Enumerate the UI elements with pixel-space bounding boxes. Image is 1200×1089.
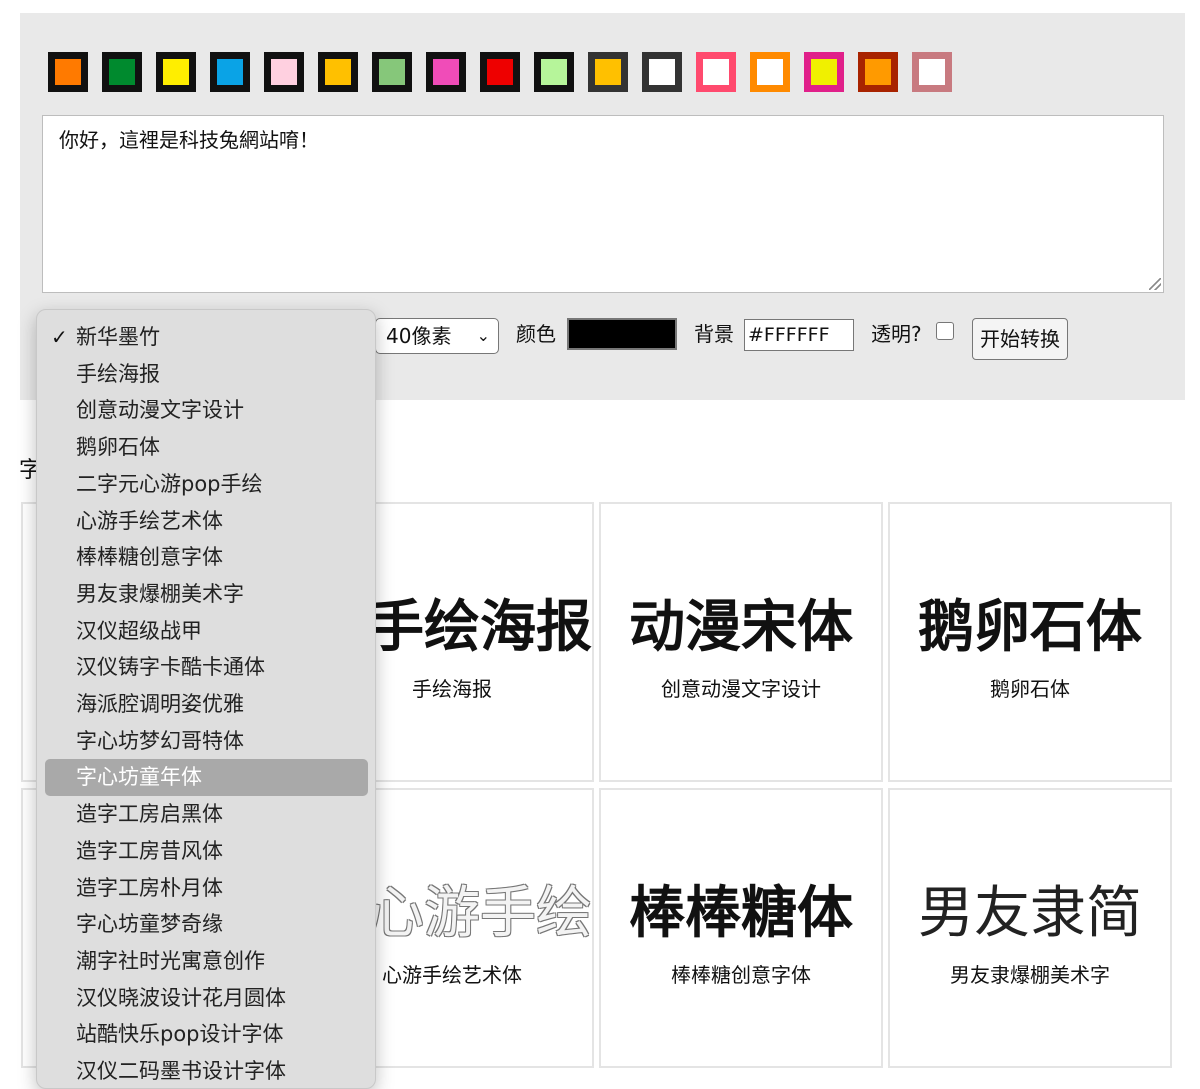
font-option-label: 汉仪二码墨书设计字体	[76, 1059, 286, 1083]
text-input[interactable]: 你好，這裡是科技兔網站唷！	[42, 115, 1164, 293]
white-on-dusty-rose-swatch[interactable]	[912, 52, 952, 92]
background-label: 背景	[694, 322, 734, 346]
font-option[interactable]: 棒棒糖创意字体	[45, 539, 368, 576]
white-on-orange-swatch[interactable]	[750, 52, 790, 92]
font-card-caption: 鹅卵石体	[990, 677, 1070, 701]
font-option-label: 男友隶爆棚美术字	[76, 581, 244, 606]
color-label: 颜色	[516, 322, 556, 346]
orange-swatch[interactable]	[48, 52, 88, 92]
font-option[interactable]: 汉仪晓波设计花月圆体	[45, 980, 368, 1017]
font-option[interactable]: 造字工房启黑体	[45, 796, 368, 833]
background-color-input[interactable]: #FFFFFF	[744, 319, 854, 351]
font-card-caption: 男友隶爆棚美术字	[950, 963, 1110, 987]
font-option[interactable]: 男友隶爆棚美术字	[45, 576, 368, 613]
amber-swatch[interactable]	[318, 52, 358, 92]
font-card-caption: 棒棒糖创意字体	[671, 963, 811, 987]
resize-grip-icon[interactable]	[1149, 278, 1161, 290]
font-option[interactable]: 造字工房昔风体	[45, 833, 368, 870]
orange-on-brick-swatch[interactable]	[858, 52, 898, 92]
pale-green-swatch[interactable]	[534, 52, 574, 92]
yellow-swatch[interactable]	[156, 52, 196, 92]
font-option[interactable]: 字心坊梦幻哥特体	[45, 723, 368, 760]
font-preview: 男友隶简	[918, 881, 1142, 946]
convert-button[interactable]: 开始转换	[972, 318, 1068, 360]
gold-on-dark-swatch[interactable]	[588, 52, 628, 92]
font-option-label: 手绘海报	[76, 361, 160, 386]
chevron-down-icon: ⌄	[476, 326, 490, 345]
text-color-picker[interactable]	[567, 318, 677, 350]
font-option[interactable]: 手绘海报	[45, 356, 368, 393]
font-option[interactable]: 海派腔调明姿优雅	[45, 686, 368, 723]
font-option-label: 字心坊梦幻哥特体	[76, 728, 244, 753]
font-card[interactable]: 鹅卵石体 鹅卵石体	[888, 502, 1172, 782]
font-card-caption: 创意动漫文字设计	[661, 677, 821, 701]
pink-swatch[interactable]	[264, 52, 304, 92]
font-option-label: 字心坊童年体	[76, 765, 202, 790]
font-option-label: 造字工房昔风体	[76, 838, 223, 863]
font-option[interactable]: 心游手绘艺术体	[45, 503, 368, 540]
font-option[interactable]: 站酷快乐pop设计字体	[45, 1016, 368, 1053]
font-size-select[interactable]: 40像素 ⌄	[375, 318, 499, 354]
font-option-label: 创意动漫文字设计	[76, 398, 244, 423]
font-option-label: 字心坊童梦奇缘	[76, 912, 223, 937]
font-option-label: 站酷快乐pop设计字体	[76, 1022, 284, 1047]
font-option-label: 心游手绘艺术体	[76, 508, 223, 533]
light-green-swatch[interactable]	[372, 52, 412, 92]
green-swatch[interactable]	[102, 52, 142, 92]
transparent-label: 透明?	[871, 322, 922, 346]
white-on-dark-swatch[interactable]	[642, 52, 682, 92]
white-on-rose-swatch[interactable]	[696, 52, 736, 92]
font-option-label: 造字工房启黑体	[76, 802, 223, 827]
font-option[interactable]: 潮字社时光寓意创作	[45, 943, 368, 980]
font-option-label: 汉仪超级战甲	[76, 618, 202, 643]
blue-swatch[interactable]	[210, 52, 250, 92]
font-card[interactable]: 动漫宋体 创意动漫文字设计	[599, 502, 883, 782]
font-size-value: 40像素	[386, 324, 452, 348]
font-card[interactable]: 棒棒糖体 棒棒糖创意字体	[599, 788, 883, 1068]
font-option-label: 潮字社时光寓意创作	[76, 948, 265, 973]
font-option[interactable]: 汉仪铸字卡酷卡通体	[45, 649, 368, 686]
text-input-value: 你好，這裡是科技兔網站唷！	[59, 128, 319, 152]
font-option[interactable]: 字心坊童年体	[45, 759, 368, 797]
red-swatch[interactable]	[480, 52, 520, 92]
font-option-label: 鹅卵石体	[76, 435, 160, 460]
font-option[interactable]: ✓ 新华墨竹	[45, 319, 368, 356]
font-option-label: 造字工房朴月体	[76, 875, 223, 900]
font-option[interactable]: 鹅卵石体	[45, 429, 368, 466]
background-color-value: #FFFFFF	[748, 324, 830, 346]
font-dropdown-menu[interactable]: ✓ 新华墨竹手绘海报创意动漫文字设计 鹅卵石体二字元心游pop手绘 心游手绘艺术体 棒棒…	[36, 309, 376, 1089]
font-preview: 棒棒糖体	[629, 881, 853, 946]
magenta-swatch[interactable]	[426, 52, 466, 92]
yellow-on-magenta-swatch[interactable]	[804, 52, 844, 92]
font-option[interactable]: 造字工房朴月体	[45, 870, 368, 907]
font-option[interactable]: 字心坊童梦奇缘	[45, 906, 368, 943]
font-option-label: 海派腔调明姿优雅	[76, 692, 244, 716]
font-option-label: 二字元心游pop手绘	[76, 471, 263, 496]
font-option-label: 汉仪铸字卡酷卡通体	[76, 655, 265, 680]
font-option-label: 新华墨竹	[76, 325, 160, 349]
font-option-label: 汉仪晓波设计花月圆体	[76, 985, 286, 1010]
font-option[interactable]: 汉仪超级战甲	[45, 613, 368, 650]
font-option[interactable]: 创意动漫文字设计	[45, 392, 368, 429]
font-option[interactable]: 二字元心游pop手绘	[45, 466, 368, 503]
transparent-checkbox[interactable]	[936, 322, 954, 340]
checkmark-icon: ✓	[51, 325, 68, 349]
font-preview: 动漫宋体	[629, 595, 853, 660]
font-option-label: 棒棒糖创意字体	[76, 545, 223, 570]
font-option[interactable]: 汉仪二码墨书设计字体	[45, 1053, 368, 1088]
font-card[interactable]: 男友隶简 男友隶爆棚美术字	[888, 788, 1172, 1068]
font-preview: 鹅卵石体	[918, 595, 1142, 660]
